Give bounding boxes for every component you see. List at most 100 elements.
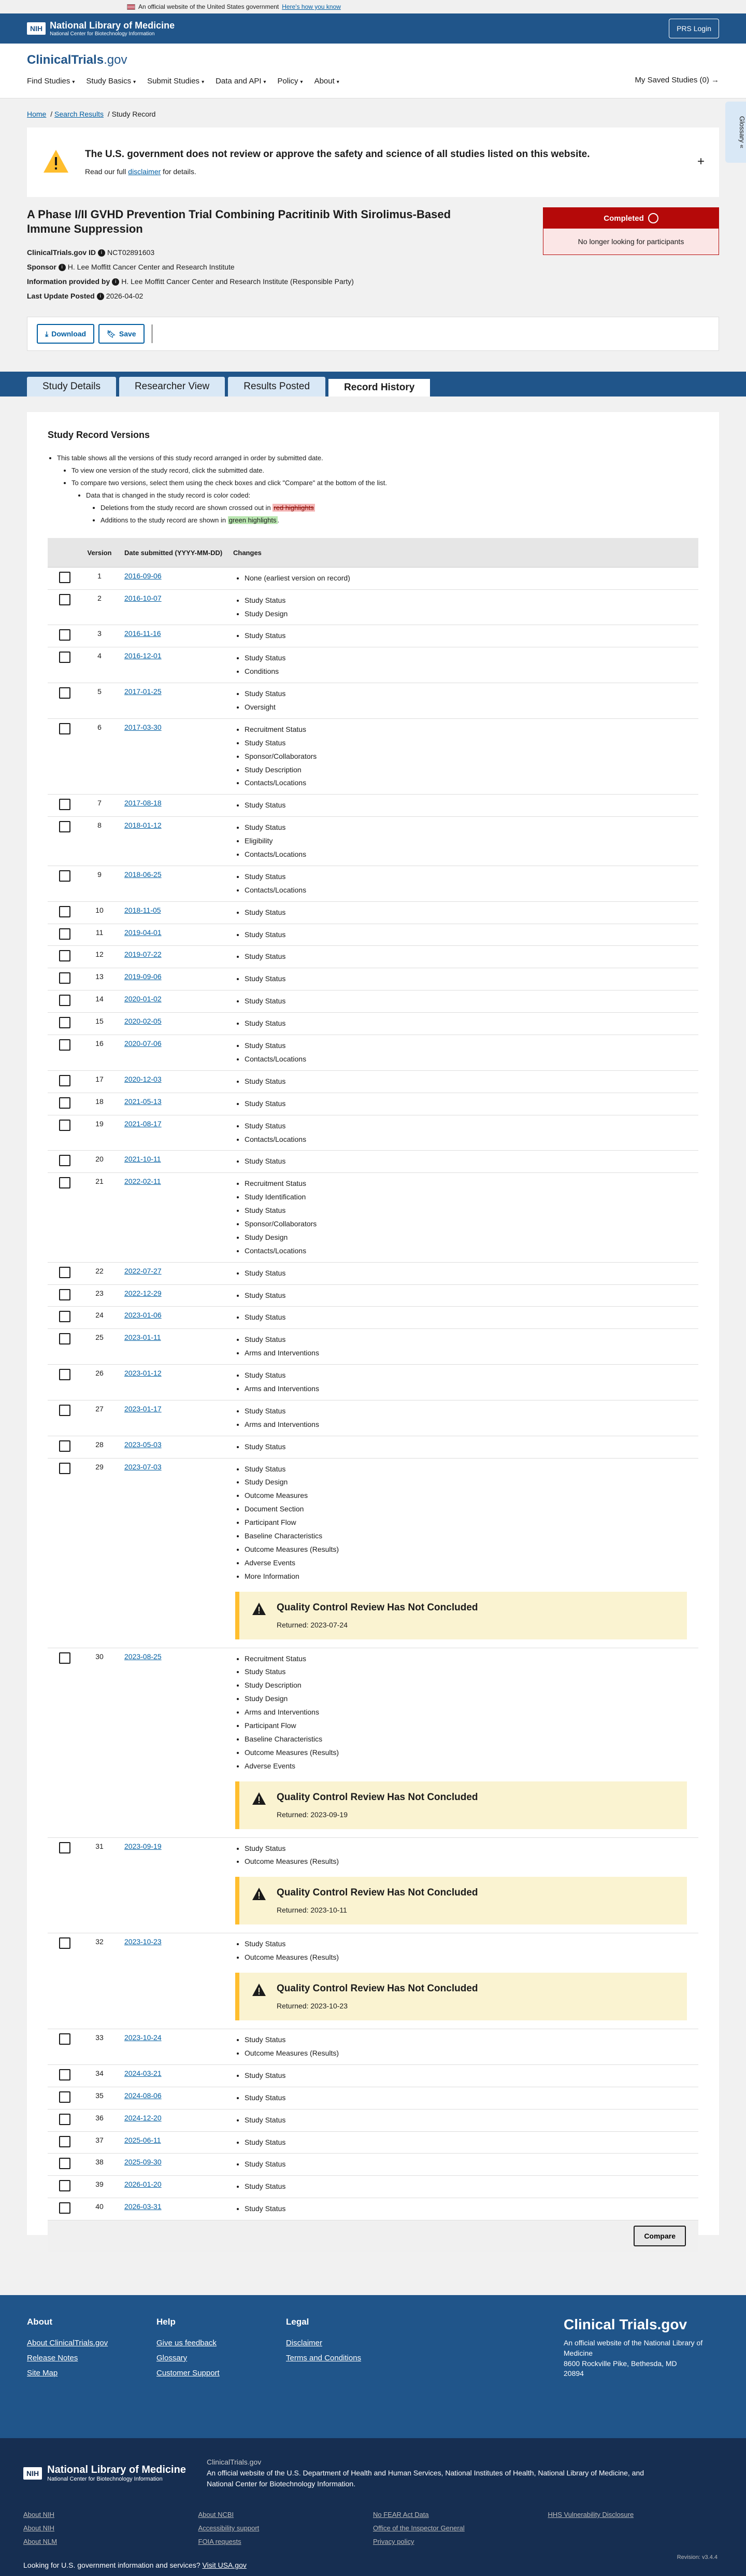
version-date-link[interactable]: 2019-09-06: [124, 972, 162, 981]
gov-banner-link[interactable]: Here's how you know: [282, 3, 341, 10]
version-checkbox[interactable]: [59, 1937, 70, 1949]
glossary-tab[interactable]: Glossary «: [725, 102, 746, 163]
version-checkbox[interactable]: [59, 799, 70, 811]
version-checkbox[interactable]: [59, 2069, 70, 2080]
version-date-link[interactable]: 2021-05-13: [124, 1097, 162, 1106]
version-checkbox[interactable]: [59, 652, 70, 663]
footer-link[interactable]: Glossary: [156, 2354, 286, 2362]
save-button[interactable]: 🔖︎ Save: [98, 324, 145, 344]
version-date-link[interactable]: 2023-01-17: [124, 1405, 162, 1413]
version-checkbox[interactable]: [59, 1177, 70, 1189]
version-date-link[interactable]: 2025-09-30: [124, 2158, 162, 2166]
version-checkbox[interactable]: [59, 905, 70, 917]
footer-link[interactable]: About NCBI: [198, 2508, 374, 2522]
nav-about[interactable]: About ▾: [314, 77, 339, 86]
version-checkbox[interactable]: [59, 1017, 70, 1029]
footer-link[interactable]: Terms and Conditions: [286, 2354, 415, 2362]
version-checkbox[interactable]: [59, 2091, 70, 2103]
footer-link[interactable]: Give us feedback: [156, 2339, 286, 2347]
version-date-link[interactable]: 2023-01-11: [124, 1333, 161, 1341]
version-checkbox[interactable]: [59, 1462, 70, 1474]
version-date-link[interactable]: 2020-12-03: [124, 1075, 162, 1083]
info-icon[interactable]: i: [96, 293, 104, 301]
footer-link[interactable]: Accessibility support: [198, 2522, 374, 2535]
footer-link[interactable]: About NLM: [23, 2535, 198, 2549]
footer-link[interactable]: About ClinicalTrials.gov: [27, 2339, 156, 2347]
version-date-link[interactable]: 2021-08-17: [124, 1120, 162, 1128]
version-date-link[interactable]: 2025-06-11: [124, 2136, 161, 2144]
version-checkbox[interactable]: [59, 821, 70, 833]
version-checkbox[interactable]: [59, 928, 70, 940]
version-date-link[interactable]: 2019-04-01: [124, 928, 162, 937]
info-icon[interactable]: i: [112, 278, 120, 286]
usagov-link[interactable]: Visit USA.gov: [203, 2561, 247, 2569]
version-date-link[interactable]: 2024-12-20: [124, 2114, 162, 2122]
footer-link[interactable]: Disclaimer: [286, 2339, 415, 2347]
version-date-link[interactable]: 2022-12-29: [124, 1289, 162, 1297]
version-date-link[interactable]: 2016-09-06: [124, 572, 162, 580]
footer-link[interactable]: Customer Support: [156, 2369, 286, 2377]
version-date-link[interactable]: 2023-01-06: [124, 1311, 162, 1319]
version-date-link[interactable]: 2022-02-11: [124, 1177, 161, 1185]
version-checkbox[interactable]: [59, 1155, 70, 1167]
version-checkbox[interactable]: [59, 1266, 70, 1278]
version-date-link[interactable]: 2017-03-30: [124, 723, 162, 731]
version-date-link[interactable]: 2023-10-23: [124, 1937, 162, 1946]
version-checkbox[interactable]: [59, 1369, 70, 1381]
version-checkbox[interactable]: [59, 1039, 70, 1051]
version-checkbox[interactable]: [59, 1311, 70, 1323]
version-date-link[interactable]: 2023-01-12: [124, 1369, 162, 1377]
version-date-link[interactable]: 2017-01-25: [124, 687, 162, 696]
version-date-link[interactable]: 2020-07-06: [124, 1039, 162, 1048]
footer-link[interactable]: Site Map: [27, 2369, 156, 2377]
version-checkbox[interactable]: [59, 1842, 70, 1853]
version-date-link[interactable]: 2024-08-06: [124, 2091, 162, 2100]
footer-link[interactable]: FOIA requests: [198, 2535, 374, 2549]
footer-link[interactable]: About NIH: [23, 2508, 198, 2522]
breadcrumb-search-results[interactable]: Search Results: [54, 110, 104, 118]
version-date-link[interactable]: 2026-03-31: [124, 2202, 162, 2211]
version-checkbox[interactable]: [59, 972, 70, 984]
version-date-link[interactable]: 2023-08-25: [124, 1652, 162, 1661]
version-date-link[interactable]: 2019-07-22: [124, 950, 162, 958]
nih-logo[interactable]: NIH National Library of Medicine Nationa…: [27, 20, 175, 37]
version-date-link[interactable]: 2017-08-18: [124, 799, 162, 807]
version-date-link[interactable]: 2016-12-01: [124, 652, 162, 660]
version-date-link[interactable]: 2023-09-19: [124, 1842, 162, 1850]
version-checkbox[interactable]: [59, 723, 70, 734]
version-date-link[interactable]: 2023-10-24: [124, 2033, 162, 2042]
version-checkbox[interactable]: [59, 2135, 70, 2147]
saved-studies-link[interactable]: My Saved Studies (0) →: [635, 76, 719, 84]
version-checkbox[interactable]: [59, 1440, 70, 1452]
version-date-link[interactable]: 2023-07-03: [124, 1463, 162, 1471]
footer-link[interactable]: Office of the Inspector General: [373, 2522, 548, 2535]
nav-data-api[interactable]: Data and API ▾: [216, 77, 266, 86]
version-checkbox[interactable]: [59, 2158, 70, 2170]
version-date-link[interactable]: 2018-11-05: [124, 906, 161, 914]
breadcrumb-home[interactable]: Home: [27, 110, 46, 118]
version-checkbox[interactable]: [59, 995, 70, 1007]
site-logo[interactable]: ClinicalTrials.gov: [27, 53, 719, 67]
version-date-link[interactable]: 2020-01-02: [124, 995, 162, 1003]
version-checkbox[interactable]: [59, 2180, 70, 2192]
tab-record-history[interactable]: Record History: [328, 377, 431, 397]
version-date-link[interactable]: 2016-11-16: [124, 629, 161, 638]
footer-link[interactable]: About NIH: [23, 2522, 198, 2535]
version-date-link[interactable]: 2020-02-05: [124, 1017, 162, 1025]
footer-link[interactable]: HHS Vulnerability Disclosure: [548, 2508, 723, 2522]
version-checkbox[interactable]: [59, 1289, 70, 1300]
version-date-link[interactable]: 2018-01-12: [124, 821, 162, 829]
nav-find-studies[interactable]: Find Studies ▾: [27, 77, 75, 86]
version-checkbox[interactable]: [59, 1652, 70, 1664]
footer-link[interactable]: No FEAR Act Data: [373, 2508, 548, 2522]
disclaimer-link[interactable]: disclaimer: [128, 167, 161, 176]
version-checkbox[interactable]: [59, 1097, 70, 1109]
nlm-logo[interactable]: NIH National Library of Medicine National…: [23, 2457, 186, 2489]
nav-study-basics[interactable]: Study Basics ▾: [86, 77, 136, 86]
version-checkbox[interactable]: [59, 687, 70, 699]
version-checkbox[interactable]: [59, 571, 70, 583]
version-checkbox[interactable]: [59, 593, 70, 605]
tab-results-posted[interactable]: Results Posted: [228, 377, 326, 397]
version-date-link[interactable]: 2024-03-21: [124, 2069, 162, 2077]
version-checkbox[interactable]: [59, 1404, 70, 1416]
